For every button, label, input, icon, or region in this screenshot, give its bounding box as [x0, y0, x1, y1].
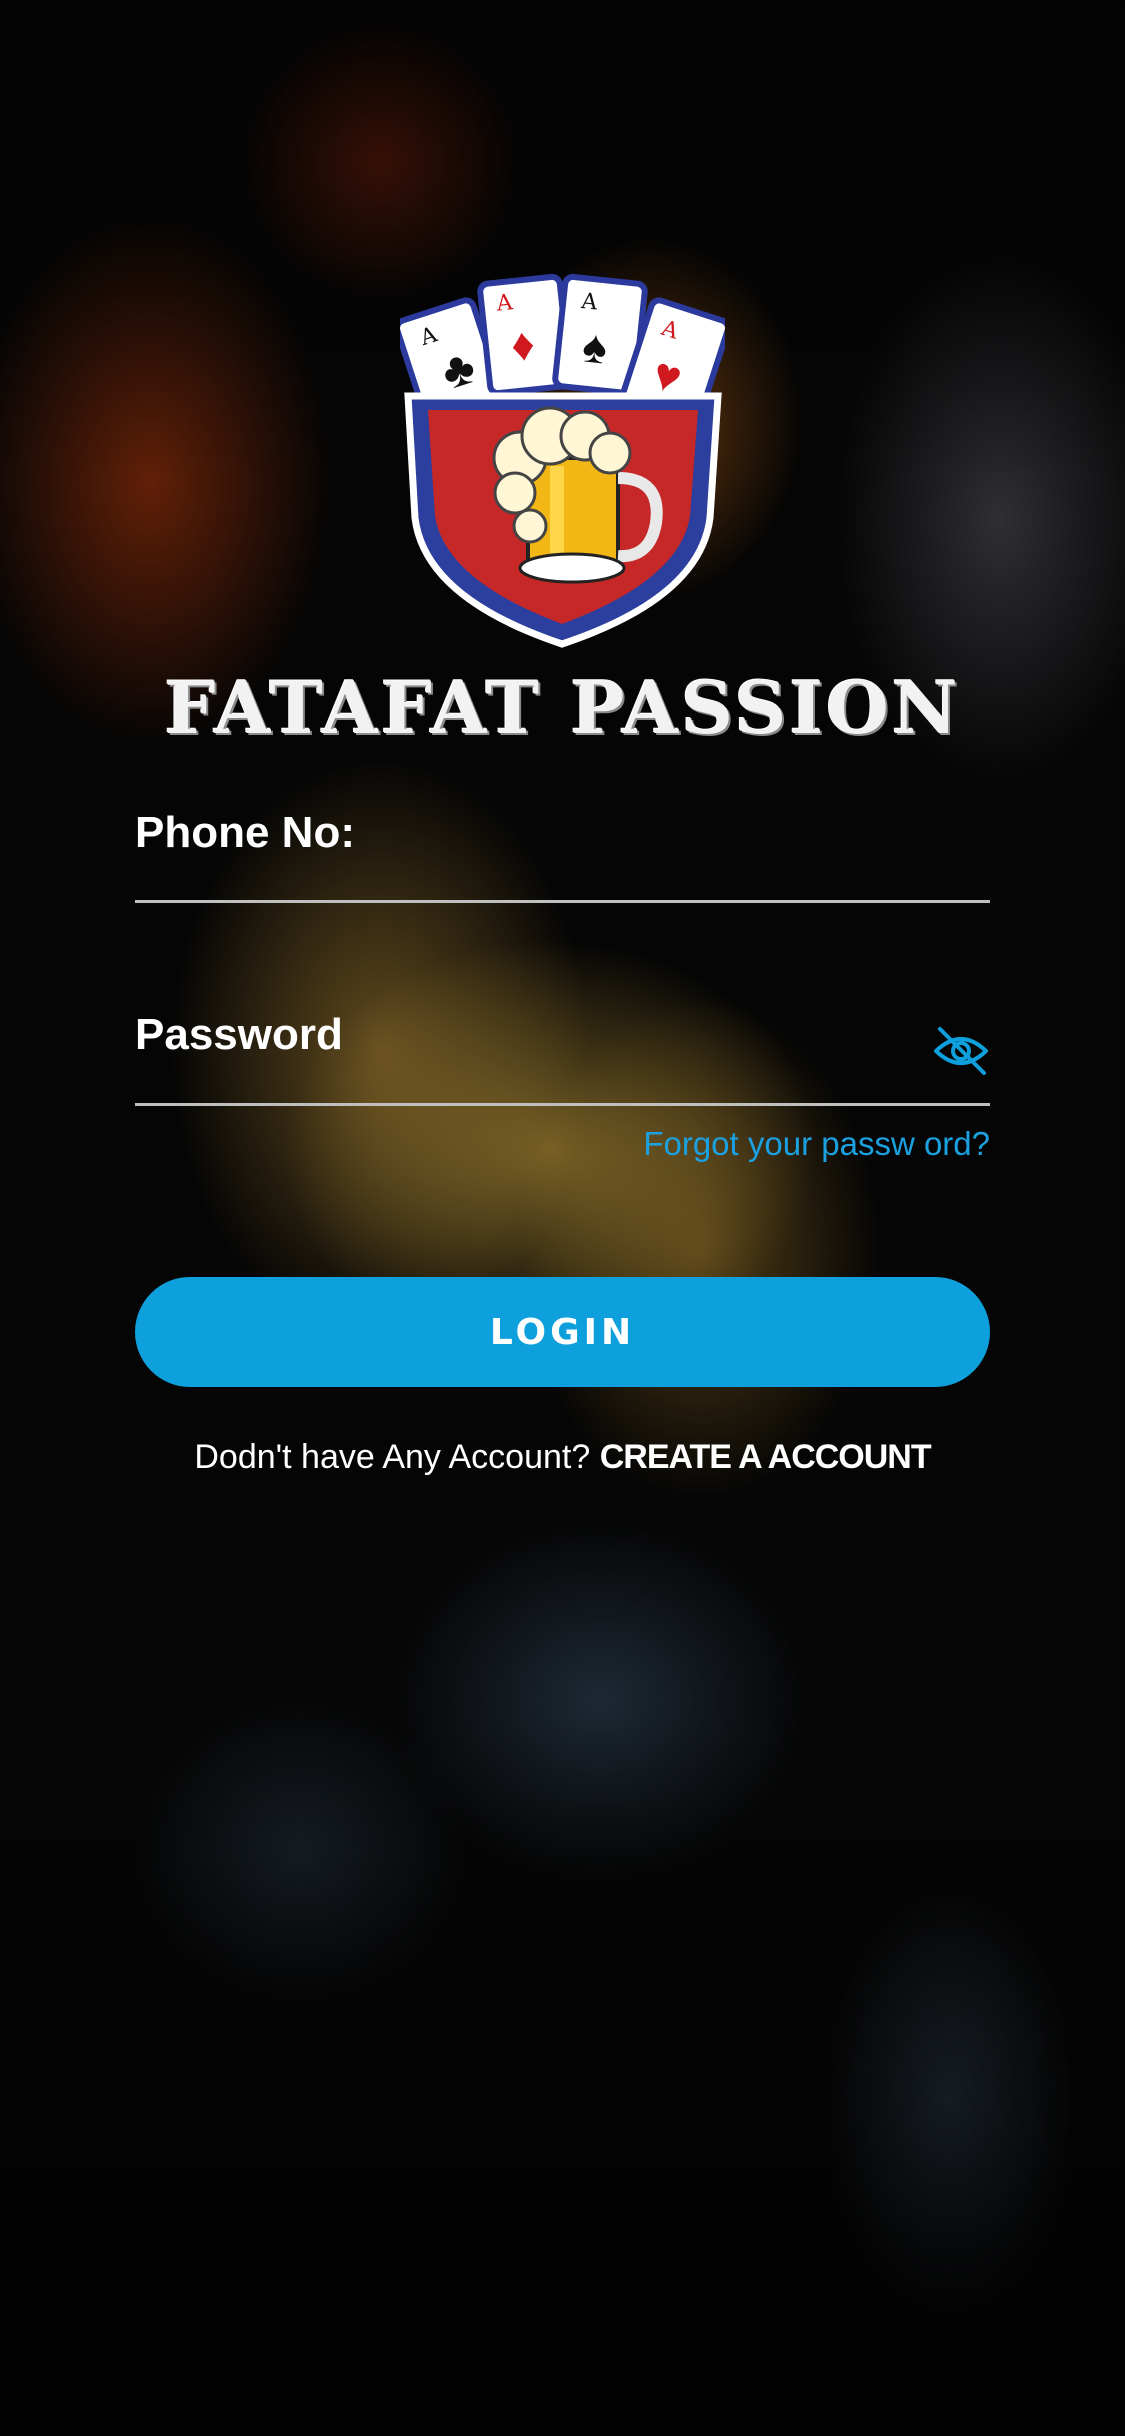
signup-row: Dodn't have Any Account? CREATE A ACCOUN… [0, 1438, 1125, 1477]
signup-prompt: Dodn't have Any Account? [194, 1438, 591, 1476]
password-field[interactable]: Password [135, 995, 990, 1106]
create-account-link[interactable]: CREATE A ACCOUNT [600, 1438, 932, 1476]
phone-field[interactable]: Phone No: [135, 790, 994, 903]
brand-title: FATAFAT PASSION [164, 665, 961, 750]
forgot-password-link[interactable]: Forgot your passw ord? [643, 1125, 990, 1163]
phone-input[interactable] [135, 820, 994, 892]
eye-off-icon[interactable] [932, 1023, 990, 1079]
password-input[interactable] [135, 1025, 919, 1097]
login-button[interactable]: LOGIN [135, 1277, 990, 1387]
cards-beer-shield-logo: A ♣ A ♦ A ♠ A ♥ [400, 273, 725, 648]
